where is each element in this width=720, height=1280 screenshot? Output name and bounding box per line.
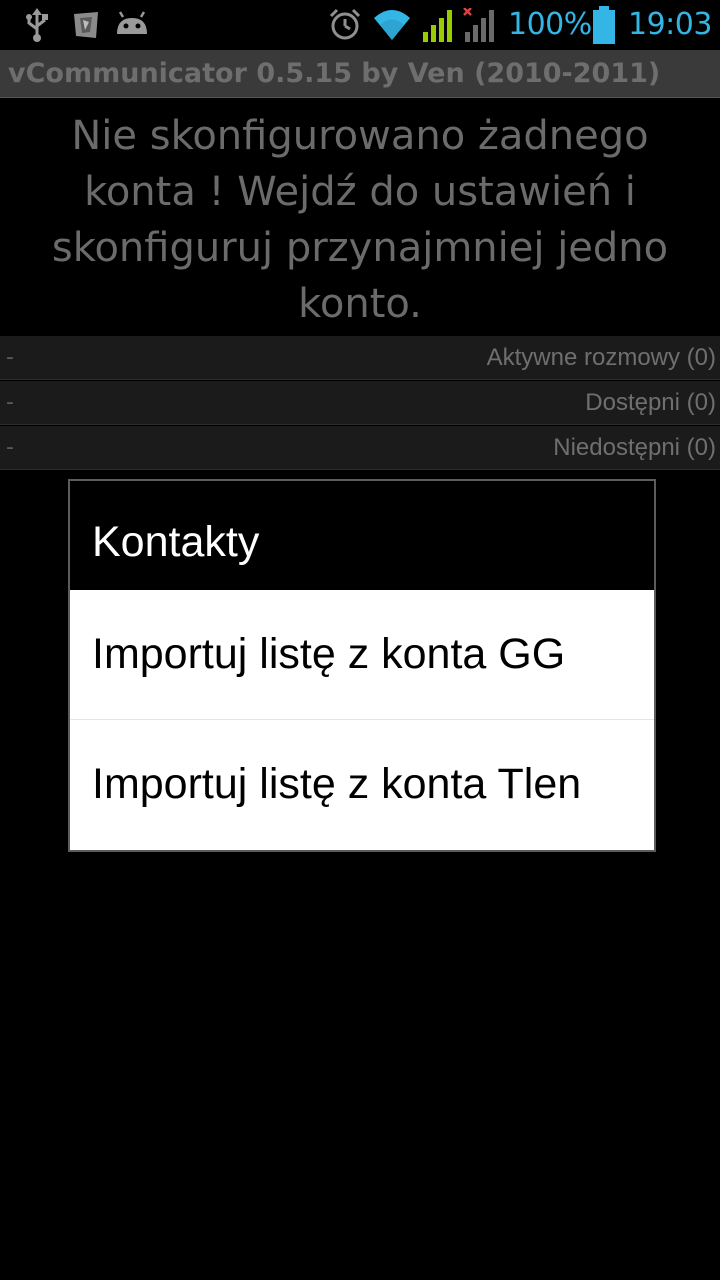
- import-tlen-option[interactable]: Importuj listę z konta Tlen: [70, 720, 654, 849]
- contacts-dialog: Kontakty Importuj listę z konta GG Impor…: [68, 479, 656, 852]
- text-fade: [630, 720, 654, 849]
- alarm-icon: [329, 8, 361, 40]
- dialog-title: Kontakty: [92, 518, 260, 566]
- usb-icon: [26, 8, 48, 42]
- option-label: Importuj listę z konta Tlen: [92, 760, 582, 808]
- android-icon: [117, 11, 147, 34]
- group-unavailable[interactable]: - Niedostępni (0): [0, 426, 720, 470]
- dialog-header: Kontakty: [70, 481, 654, 590]
- group-available[interactable]: - Dostępni (0): [0, 381, 720, 425]
- collapse-indicator: -: [6, 345, 14, 370]
- notification-icon: [74, 12, 98, 38]
- no-account-message: Nie skonfigurowano żadnego konta ! Wejdź…: [51, 113, 669, 327]
- signal-icon: [423, 10, 452, 42]
- clock: 19:03: [628, 7, 712, 42]
- title-bar: vCommunicator 0.5.15 by Ven (2010-2011): [0, 50, 720, 98]
- import-gg-option[interactable]: Importuj listę z konta GG: [70, 590, 654, 719]
- group-label: Niedostępni (0): [553, 434, 716, 461]
- group-active-chats[interactable]: - Aktywne rozmowy (0): [0, 336, 720, 380]
- no-signal-icon: [463, 8, 494, 42]
- status-bar: 100% 19:03: [0, 0, 720, 50]
- battery-percent: 100%: [508, 7, 592, 42]
- battery-icon: [593, 6, 615, 44]
- group-label: Aktywne rozmowy (0): [486, 344, 716, 371]
- collapse-indicator: -: [6, 390, 14, 415]
- group-label: Dostępni (0): [585, 389, 716, 416]
- collapse-indicator: -: [6, 435, 14, 460]
- wifi-icon: [374, 10, 410, 40]
- option-label: Importuj listę z konta GG: [92, 630, 566, 678]
- app-title: vCommunicator 0.5.15 by Ven (2010-2011): [8, 58, 661, 89]
